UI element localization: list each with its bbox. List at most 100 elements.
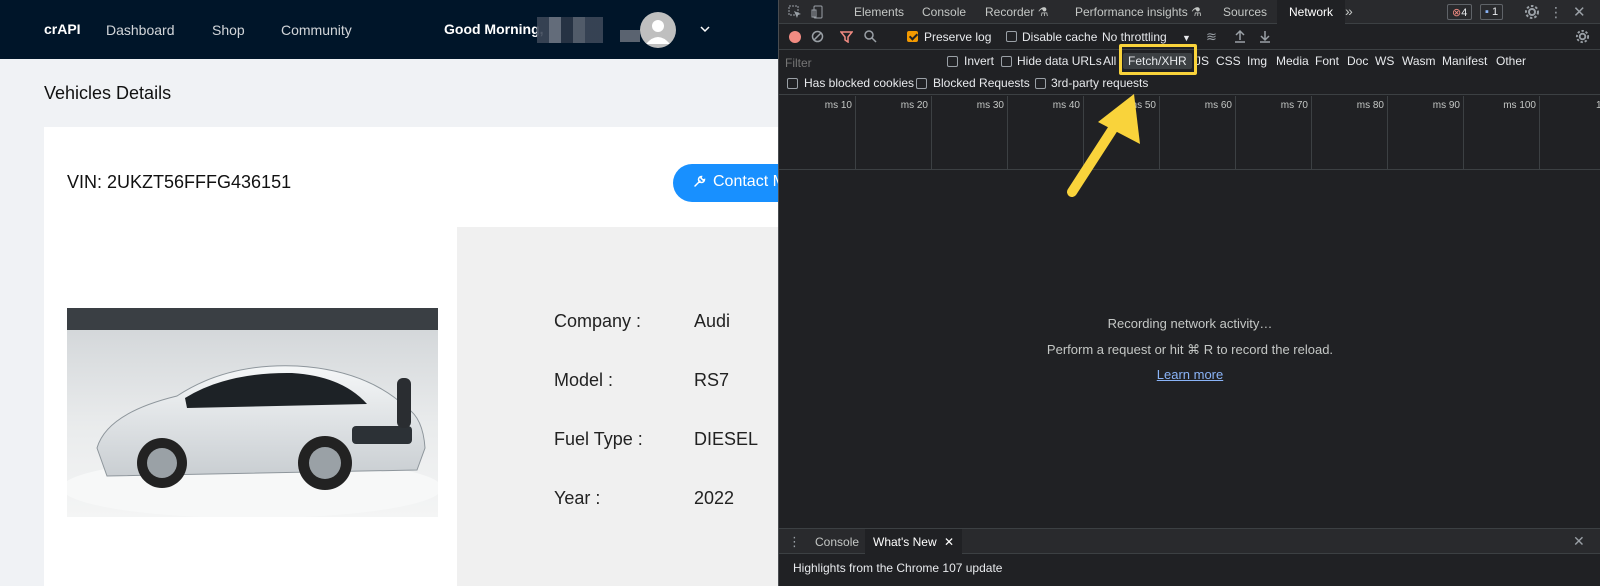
- timeline-tick-label: 110: [1596, 100, 1600, 111]
- type-js[interactable]: JS: [1195, 54, 1209, 68]
- tab-performance-insights[interactable]: Performance insights ⚗: [1075, 5, 1202, 19]
- tab-elements[interactable]: Elements: [854, 5, 904, 19]
- error-badge[interactable]: ⊗4: [1447, 4, 1473, 20]
- preserve-log-checkbox[interactable]: [907, 31, 918, 42]
- disable-cache-checkbox[interactable]: [1006, 31, 1017, 42]
- close-tab-icon[interactable]: ✕: [944, 535, 954, 549]
- drawer-tabbar: ⋮ Console What's New ✕ ✕: [779, 528, 1600, 554]
- timeline-tick-label: 60 ms: [1204, 100, 1232, 111]
- device-toolbar-icon[interactable]: [811, 5, 825, 22]
- wrench-icon: [694, 175, 706, 187]
- contact-mechanic-button[interactable]: Contact M: [673, 164, 778, 202]
- network-settings-gear-icon[interactable]: [1575, 29, 1590, 47]
- avatar[interactable]: [640, 12, 676, 48]
- gear-icon[interactable]: [1524, 4, 1540, 23]
- tab-recorder[interactable]: Recorder ⚗: [985, 5, 1048, 19]
- type-other[interactable]: Other: [1496, 54, 1526, 68]
- drawer-tab-whats-new-label: What's New: [873, 535, 937, 549]
- close-icon[interactable]: ✕: [1573, 3, 1586, 21]
- nav-community[interactable]: Community: [281, 22, 352, 38]
- whats-new-highlights: Highlights from the Chrome 107 update: [793, 561, 1003, 575]
- chevron-down-icon[interactable]: [700, 22, 710, 36]
- dropdown-arrow-icon: ▼: [1182, 33, 1191, 43]
- recording-message: Recording network activity…: [1107, 316, 1273, 331]
- close-drawer-icon[interactable]: ✕: [1573, 533, 1585, 550]
- inspect-element-icon[interactable]: [788, 5, 802, 22]
- type-wasm[interactable]: Wasm: [1402, 54, 1436, 68]
- top-navbar: crAPI Dashboard Shop Community Good Morn…: [0, 0, 778, 59]
- drawer-tab-console[interactable]: Console: [815, 535, 859, 549]
- error-icon: ⊗: [1452, 7, 1462, 19]
- clear-icon[interactable]: [811, 30, 824, 46]
- network-timeline: 10 ms 20 ms 30 ms 40 ms 50 ms 60 ms 70 ms 80 ms…: [779, 96, 1600, 170]
- vin-label: VIN: 2UKZT56FFFG436151: [67, 172, 292, 192]
- type-font[interactable]: Font: [1315, 54, 1339, 68]
- invert-label: Invert: [964, 54, 995, 68]
- throttling-select[interactable]: No throttling ▼: [1102, 30, 1191, 44]
- timeline-gridline: [1235, 96, 1236, 170]
- timeline-gridline: [1007, 96, 1008, 170]
- upload-icon[interactable]: [1234, 29, 1246, 46]
- blocked-requests-checkbox[interactable]: [916, 78, 927, 89]
- fetch-xhr-highlight-box: [1119, 44, 1197, 75]
- timeline-gridline: [1159, 96, 1160, 170]
- message-count: 1: [1491, 6, 1499, 18]
- screenshot-root: crAPI Dashboard Shop Community Good Morn…: [0, 0, 1600, 586]
- learn-more-link[interactable]: Learn more: [779, 367, 1600, 382]
- more-tabs-icon[interactable]: »: [1345, 3, 1353, 19]
- redacted-username-fragment: [620, 30, 640, 42]
- filter-icon[interactable]: [839, 30, 854, 46]
- third-party-requests-checkbox[interactable]: [1035, 78, 1046, 89]
- crapi-page: crAPI Dashboard Shop Community Good Morn…: [0, 0, 778, 586]
- tab-network[interactable]: Network: [1277, 0, 1346, 24]
- timeline-gridline: [1463, 96, 1464, 170]
- network-conditions-icon[interactable]: ≋: [1206, 29, 1217, 45]
- contact-button-label: Contact M: [713, 173, 778, 190]
- search-icon[interactable]: [864, 30, 877, 46]
- has-blocked-cookies-checkbox[interactable]: [787, 78, 798, 89]
- type-css[interactable]: CSS: [1216, 54, 1241, 68]
- brand-logo[interactable]: crAPI: [44, 21, 81, 37]
- filter-input[interactable]: [785, 54, 933, 72]
- message-badge[interactable]: ▪ 1: [1480, 4, 1504, 20]
- drawer-tab-whats-new[interactable]: What's New ✕: [865, 529, 963, 554]
- hide-data-urls-checkbox[interactable]: [1001, 56, 1012, 67]
- message-icon: ▪: [1485, 6, 1489, 18]
- tab-performance-insights-label: Performance insights: [1075, 5, 1188, 19]
- timeline-tick-label: 70 ms: [1280, 100, 1308, 111]
- vehicle-details-panel: Company : Audi Model : RS7 Fuel Type : D…: [457, 227, 778, 586]
- type-media[interactable]: Media: [1276, 54, 1309, 68]
- type-all[interactable]: All: [1103, 54, 1116, 68]
- nav-dashboard[interactable]: Dashboard: [106, 22, 175, 38]
- hide-data-urls-label: Hide data URLs: [1017, 54, 1102, 68]
- timeline-gridline: [1539, 96, 1540, 170]
- download-icon[interactable]: [1259, 29, 1271, 46]
- invert-checkbox[interactable]: [947, 56, 958, 67]
- type-img[interactable]: Img: [1247, 54, 1267, 68]
- fuel-type-value: DIESEL: [694, 429, 759, 449]
- vehicle-image: [67, 308, 438, 517]
- flask-icon: ⚗: [1191, 5, 1202, 19]
- year-label: Year :: [554, 488, 601, 508]
- error-count: 4: [1461, 7, 1468, 19]
- tab-sources[interactable]: Sources: [1223, 5, 1267, 19]
- type-doc[interactable]: Doc: [1347, 54, 1368, 68]
- reload-hint: Perform a request or hit ⌘ R to record t…: [1046, 342, 1334, 357]
- flask-icon: ⚗: [1037, 5, 1049, 19]
- timeline-tick-label: 100 ms: [1503, 100, 1536, 111]
- fuel-type-label: Fuel Type :: [554, 429, 643, 449]
- nav-shop[interactable]: Shop: [212, 22, 245, 38]
- page-title: Vehicles Details: [44, 83, 172, 103]
- timeline-tick-label: 30 ms: [976, 100, 1004, 111]
- redacted-username: [537, 17, 603, 43]
- timeline-gridline: [1311, 96, 1312, 170]
- year-value: 2022: [694, 488, 735, 508]
- company-value: Audi: [694, 311, 731, 331]
- drawer-menu-icon[interactable]: ⋮: [788, 534, 801, 550]
- record-icon[interactable]: [789, 31, 801, 43]
- type-ws[interactable]: WS: [1375, 54, 1394, 68]
- tab-console[interactable]: Console: [922, 5, 966, 19]
- model-label: Model :: [554, 370, 614, 390]
- kebab-menu-icon[interactable]: ⋮: [1549, 4, 1563, 21]
- type-manifest[interactable]: Manifest: [1442, 54, 1487, 68]
